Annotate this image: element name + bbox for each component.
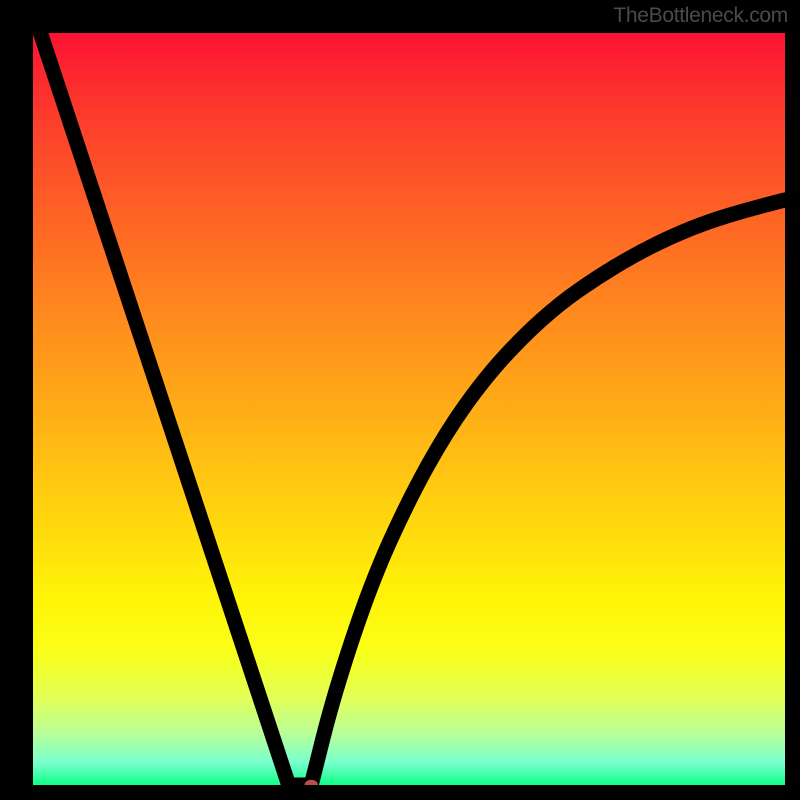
chart-svg <box>33 33 785 785</box>
chart-plot-area <box>33 33 785 785</box>
attribution-text: TheBottleneck.com <box>613 4 788 28</box>
bottleneck-curve <box>41 33 785 785</box>
